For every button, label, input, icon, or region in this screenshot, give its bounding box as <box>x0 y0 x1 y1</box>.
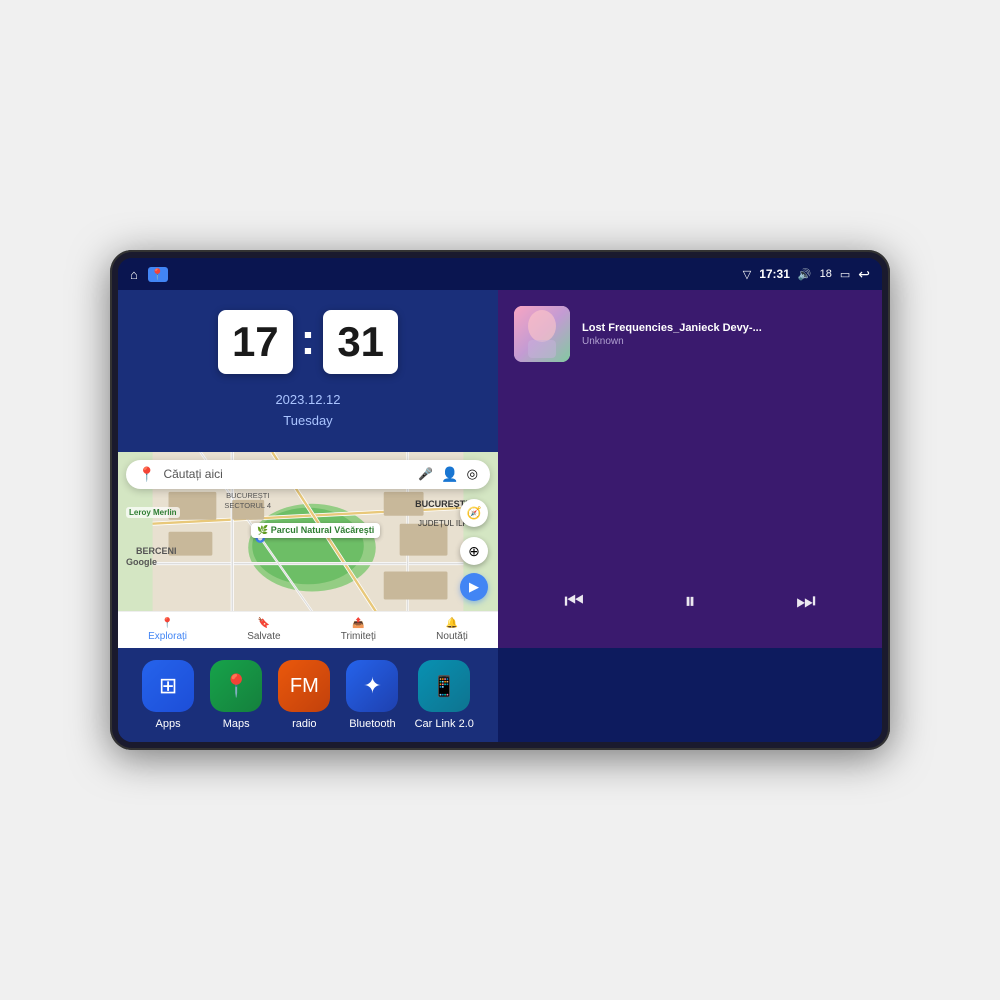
home-icon[interactable]: ⌂ <box>130 267 138 282</box>
map-nav-news[interactable]: 🔔 Noutăți <box>436 618 468 642</box>
status-right-icons: ▽ 17:31 🔊 18 ▭ ↩ <box>743 266 870 283</box>
apps-icon: ⊞ <box>159 673 177 699</box>
music-playpause-button[interactable]: ⏸ <box>676 580 703 622</box>
map-label-leroy: Leroy Merlin <box>126 507 180 518</box>
clock-day-value: Tuesday <box>283 413 332 428</box>
map-pin-icon: 📍 <box>138 466 155 483</box>
map-label-berceni: BERCENI <box>136 546 177 556</box>
layers-icon[interactable]: ◎ <box>467 466 478 482</box>
apps-label: Apps <box>156 718 181 730</box>
clock-hours: 17 <box>218 310 293 374</box>
app-item-bluetooth[interactable]: ✦ Bluetooth <box>346 660 398 730</box>
clock-date-value: 2023.12.12 <box>275 392 340 407</box>
map-location-button[interactable]: ⊕ <box>460 537 488 565</box>
bluetooth-label: Bluetooth <box>349 718 395 730</box>
maps-icon-wrapper: 📍 <box>210 660 262 712</box>
map-label-sector4: BUCUREȘTISECTORUL 4 <box>224 491 271 511</box>
news-icon: 🔔 <box>446 618 458 629</box>
map-start-button[interactable]: ▶ <box>460 573 488 601</box>
music-title: Lost Frequencies_Janieck Devy-... <box>582 322 866 334</box>
bluetooth-icon: ✦ <box>363 673 381 699</box>
status-bar: ⌂ 📍 ▽ 17:31 🔊 18 ▭ ↩ <box>118 258 882 290</box>
radio-label: radio <box>292 718 316 730</box>
music-next-button[interactable]: ⏭ <box>788 580 824 622</box>
map-widget: 📍 Căutați aici 🎤 👤 ◎ <box>118 452 498 648</box>
map-search-bar[interactable]: 📍 Căutați aici 🎤 👤 ◎ <box>126 460 490 489</box>
clock-date: 2023.12.12 Tuesday <box>275 390 340 432</box>
music-prev-button[interactable]: ⏮ <box>556 580 592 622</box>
carlink-icon-wrapper: 📱 <box>418 660 470 712</box>
explore-icon: 📍 <box>161 618 173 629</box>
status-left-icons: ⌂ 📍 <box>130 267 168 282</box>
app-item-radio[interactable]: FM radio <box>278 660 330 730</box>
radio-icon-wrapper: FM <box>278 660 330 712</box>
carlink-icon: 📱 <box>432 674 457 699</box>
map-nav-saved[interactable]: 🔖 Salvate <box>247 618 280 642</box>
map-nav-explore[interactable]: 📍 Explorați <box>148 618 187 642</box>
music-controls: ⏮ ⏸ ⏭ <box>514 570 866 632</box>
apps-icon-wrapper: ⊞ <box>142 660 194 712</box>
news-label: Noutăți <box>436 631 468 642</box>
battery-level: 18 <box>820 268 832 280</box>
send-icon: 📤 <box>352 618 364 629</box>
map-search-text[interactable]: Căutați aici <box>163 467 410 481</box>
signal-icon: ▽ <box>743 268 751 281</box>
battery-icon: ▭ <box>840 268 850 281</box>
clock-widget: 17 : 31 2023.12.12 Tuesday <box>118 290 498 452</box>
explore-label: Explorați <box>148 631 187 642</box>
radio-icon: FM <box>290 675 319 698</box>
mic-icon[interactable]: 🎤 <box>418 467 433 481</box>
clock-display: 17 : 31 <box>218 310 398 374</box>
saved-icon: 🔖 <box>258 618 270 629</box>
music-player: Lost Frequencies_Janieck Devy-... Unknow… <box>498 290 882 648</box>
music-artist: Unknown <box>582 336 866 347</box>
status-time: 17:31 <box>759 267 790 281</box>
back-icon[interactable]: ↩ <box>858 266 870 283</box>
album-art-image <box>514 306 570 362</box>
app-item-carlink[interactable]: 📱 Car Link 2.0 <box>415 660 474 730</box>
clock-colon: : <box>301 315 316 365</box>
carlink-label: Car Link 2.0 <box>415 718 474 730</box>
map-compass-button[interactable]: 🧭 <box>460 499 488 527</box>
saved-label: Salvate <box>247 631 280 642</box>
map-marker-parcul: 🌿 Parcul Natural Văcărești <box>251 523 380 538</box>
map-bottom-bar: 📍 Explorați 🔖 Salvate 📤 Trimiteți 🔔 Nout… <box>118 611 498 648</box>
bluetooth-icon-wrapper: ✦ <box>346 660 398 712</box>
device-screen: ⌂ 📍 ▽ 17:31 🔊 18 ▭ ↩ 17 : 31 <box>118 258 882 742</box>
account-icon[interactable]: 👤 <box>441 466 458 483</box>
maps-icon: 📍 <box>222 673 249 699</box>
send-label: Trimiteți <box>341 631 376 642</box>
google-logo: Google <box>126 557 157 567</box>
clock-minutes: 31 <box>323 310 398 374</box>
music-meta: Lost Frequencies_Janieck Devy-... Unknow… <box>582 322 866 347</box>
device-frame: ⌂ 📍 ▽ 17:31 🔊 18 ▭ ↩ 17 : 31 <box>110 250 890 750</box>
maps-status-icon[interactable]: 📍 <box>148 267 168 282</box>
map-search-right: 🎤 👤 ◎ <box>418 466 478 483</box>
app-item-maps[interactable]: 📍 Maps <box>210 660 262 730</box>
app-item-apps[interactable]: ⊞ Apps <box>142 660 194 730</box>
maps-label: Maps <box>223 718 250 730</box>
music-info: Lost Frequencies_Janieck Devy-... Unknow… <box>514 306 866 362</box>
volume-icon: 🔊 <box>798 268 812 281</box>
map-nav-send[interactable]: 📤 Trimiteți <box>341 618 376 642</box>
main-content: 17 : 31 2023.12.12 Tuesday 📍 Căutați aic… <box>118 290 882 742</box>
music-album-art <box>514 306 570 362</box>
apps-row: ⊞ Apps 📍 Maps FM radio <box>118 648 498 742</box>
